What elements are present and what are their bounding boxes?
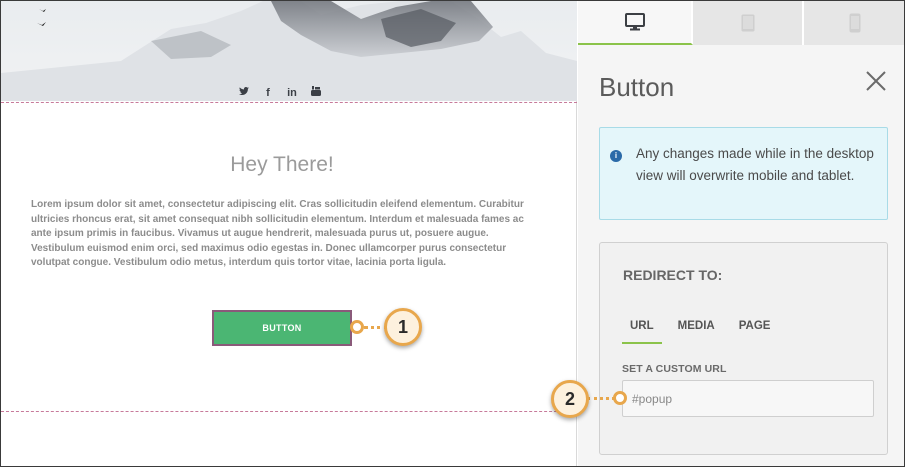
- tab-media[interactable]: MEDIA: [670, 318, 723, 344]
- tab-mobile[interactable]: [804, 1, 904, 45]
- tab-desktop[interactable]: [578, 1, 693, 45]
- tab-tablet[interactable]: [693, 1, 804, 45]
- section-heading: Hey There!: [230, 153, 334, 176]
- close-icon[interactable]: [865, 70, 887, 92]
- callout-2-badge: 2: [551, 380, 589, 418]
- editor-canvas: f in Hey There! Lorem ipsum dolor sit am…: [1, 1, 577, 466]
- callout-2-connector: [587, 397, 615, 400]
- redirect-tabs: URL MEDIA PAGE: [622, 318, 786, 344]
- desktop-icon: [624, 13, 645, 31]
- mobile-icon: [849, 13, 861, 33]
- custom-url-input[interactable]: [622, 380, 874, 417]
- tab-url[interactable]: URL: [622, 318, 662, 344]
- callout-2-anchor: [613, 391, 627, 405]
- facebook-icon[interactable]: f: [263, 87, 273, 99]
- linkedin-icon[interactable]: in: [287, 87, 297, 99]
- info-notice-text: Any changes made while in the desktop vi…: [636, 146, 874, 183]
- section-boundary-top: [1, 102, 577, 103]
- section-body-text: Lorem ipsum dolor sit amet, consectetur …: [31, 199, 524, 269]
- callout-1-badge: 1: [384, 308, 422, 346]
- properties-panel: Button i Any changes made while in the d…: [578, 1, 904, 466]
- section-boundary-bottom: [1, 411, 577, 412]
- twitter-icon[interactable]: [239, 86, 249, 99]
- callout-1-anchor: [350, 320, 364, 334]
- cta-button[interactable]: BUTTON: [212, 310, 352, 346]
- redirect-settings: REDIRECT TO: URL MEDIA PAGE SET A CUSTOM…: [599, 242, 888, 455]
- custom-url-label: SET A CUSTOM URL: [622, 363, 727, 375]
- tab-page[interactable]: PAGE: [731, 318, 779, 344]
- social-icons-row: f in: [239, 86, 321, 99]
- youtube-icon[interactable]: [311, 86, 321, 99]
- panel-title: Button: [599, 72, 675, 102]
- tablet-icon: [741, 14, 754, 32]
- redirect-title: REDIRECT TO:: [623, 267, 723, 283]
- app-frame: f in Hey There! Lorem ipsum dolor sit am…: [0, 0, 905, 467]
- info-icon: i: [610, 150, 622, 162]
- info-notice: i Any changes made while in the desktop …: [599, 127, 888, 220]
- device-tabs: [578, 1, 904, 45]
